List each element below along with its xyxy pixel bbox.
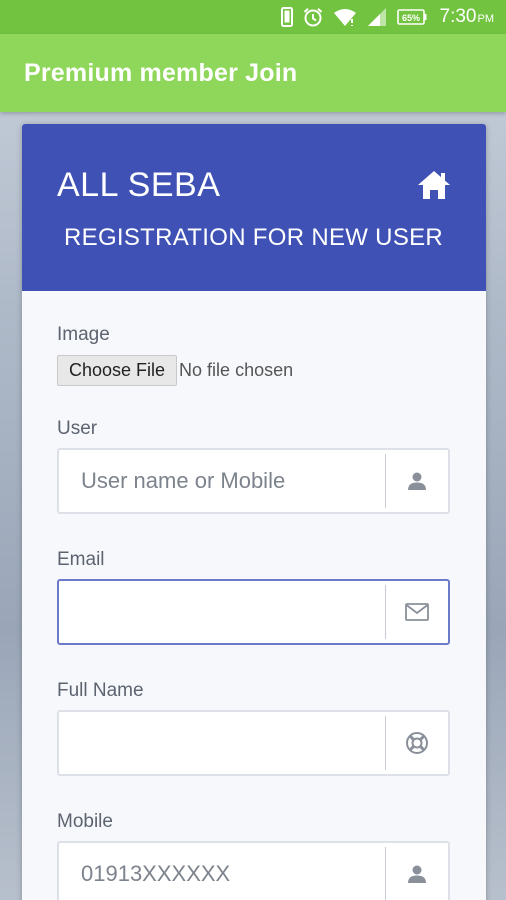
user-icon xyxy=(386,450,448,512)
email-input[interactable] xyxy=(59,581,385,643)
signal-icon xyxy=(366,7,388,27)
full-name-input[interactable] xyxy=(59,712,385,774)
page-title: Premium member Join xyxy=(24,58,298,87)
status-bar: 65% 7:30PM xyxy=(0,0,506,34)
user-field xyxy=(57,448,450,514)
mobile-label: Mobile xyxy=(57,811,113,832)
card-subtitle: REGISTRATION FOR NEW USER xyxy=(64,224,444,251)
email-field xyxy=(57,579,450,645)
file-picker: Choose File No file chosen xyxy=(57,355,293,386)
choose-file-button[interactable]: Choose File xyxy=(57,355,178,386)
envelope-icon xyxy=(386,581,448,643)
brand-title: ALL SEBA xyxy=(57,166,221,204)
full-name-label: Full Name xyxy=(57,680,144,701)
mobile-input[interactable] xyxy=(59,843,385,900)
image-label: Image xyxy=(57,324,110,345)
registration-card: ALL SEBA REGISTRATION FOR NEW USER Image… xyxy=(22,124,486,900)
email-label: Email xyxy=(57,549,105,570)
clock-time: 7:30 xyxy=(439,6,477,27)
battery-icon: 65% xyxy=(396,9,427,25)
home-icon[interactable] xyxy=(416,168,452,202)
clock: 7:30PM xyxy=(440,6,494,28)
phone-icon xyxy=(280,7,293,27)
user-label: User xyxy=(57,418,98,439)
battery-level: 65% xyxy=(402,13,420,23)
full-name-field xyxy=(57,710,450,776)
file-status: No file chosen xyxy=(179,360,294,380)
user-icon xyxy=(386,843,448,900)
user-input[interactable] xyxy=(59,450,385,512)
wifi-icon xyxy=(333,7,357,27)
card-header: ALL SEBA REGISTRATION FOR NEW USER xyxy=(22,124,486,291)
app-bar: Premium member Join xyxy=(0,34,506,112)
mobile-field xyxy=(57,841,450,900)
clock-ampm: PM xyxy=(477,13,495,25)
lifebuoy-icon xyxy=(386,712,448,774)
alarm-icon xyxy=(302,6,324,28)
